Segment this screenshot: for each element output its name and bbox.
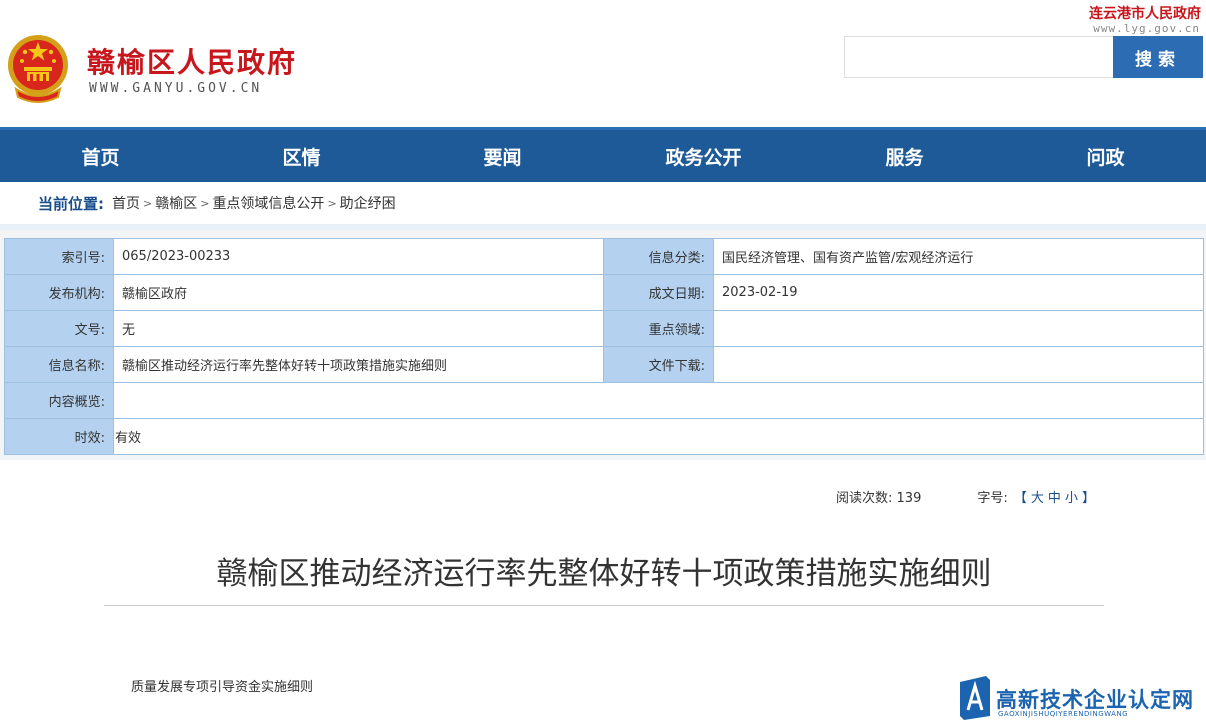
- breadcrumb: 当前位置: 首页 > 赣榆区 > 重点领域信息公开 > 助企纾困: [0, 182, 1206, 230]
- site-domain: WWW.GANYU.GOV.CN: [89, 81, 263, 96]
- index-label: 索引号:: [4, 238, 114, 275]
- date-label: 成文日期:: [603, 274, 714, 311]
- bracket-close: 】: [1081, 491, 1095, 506]
- doc-number-value: 无: [113, 310, 604, 347]
- font-size-large[interactable]: 大: [1031, 491, 1044, 506]
- search-input[interactable]: [844, 36, 1114, 78]
- breadcrumb-enterprise-relief[interactable]: 助企纾困: [340, 193, 396, 213]
- table-row: 信息名称: 赣榆区推动经济运行率先整体好转十项政策措施实施细则 文件下载:: [4, 346, 1204, 383]
- title-divider: [104, 605, 1104, 606]
- table-row: 索引号: 065/2023-00233 信息分类: 国民经济管理、国有资产监管/…: [4, 238, 1204, 275]
- watermark-subtext: GAOXINJISHUQIYERENDINGWANG: [998, 710, 1129, 718]
- site-title[interactable]: 赣榆区人民政府: [87, 41, 297, 81]
- national-emblem-icon: [8, 35, 68, 103]
- table-row: 内容概览:: [4, 382, 1204, 419]
- breadcrumb-separator: >: [143, 196, 153, 210]
- publisher-value: 赣榆区政府: [113, 274, 604, 311]
- file-download-value[interactable]: [713, 346, 1204, 383]
- nav-item-gov-affairs[interactable]: 政务公开: [603, 130, 804, 182]
- font-size-medium[interactable]: 中: [1048, 491, 1061, 506]
- breadcrumb-home[interactable]: 首页: [112, 193, 140, 213]
- nav-item-home[interactable]: 首页: [0, 130, 201, 182]
- article-title: 赣榆区推动经济运行率先整体好转十项政策措施实施细则: [216, 556, 992, 592]
- article-meta: 阅读次数: 139 字号: 【大中小】: [836, 487, 1097, 506]
- watermark-logo-icon: [960, 676, 990, 720]
- info-name-value: 赣榆区推动经济运行率先整体好转十项政策措施实施细则: [113, 346, 604, 383]
- category-value: 国民经济管理、国有资产监管/宏观经济运行: [713, 238, 1204, 275]
- focus-area-value: [713, 310, 1204, 347]
- summary-value: [113, 382, 1204, 419]
- search-button[interactable]: 搜索: [1113, 36, 1203, 78]
- doc-number-label: 文号:: [4, 310, 114, 347]
- validity-label: 时效:: [4, 418, 114, 455]
- info-name-label: 信息名称:: [4, 346, 114, 383]
- font-size-options: 【大中小】: [1012, 491, 1097, 506]
- publisher-label: 发布机构:: [4, 274, 114, 311]
- bracket-open: 【: [1013, 491, 1027, 506]
- file-download-label: 文件下载:: [603, 346, 714, 383]
- font-size-small[interactable]: 小: [1065, 491, 1078, 506]
- nav-item-district-info[interactable]: 区情: [201, 130, 402, 182]
- read-count: 阅读次数: 139: [836, 487, 921, 506]
- validity-value: 有效: [113, 418, 1204, 455]
- breadcrumb-district[interactable]: 赣榆区: [155, 193, 197, 213]
- table-row: 文号: 无 重点领域:: [4, 310, 1204, 347]
- breadcrumb-separator: >: [200, 196, 210, 210]
- breadcrumb-label: 当前位置:: [38, 194, 104, 213]
- nav-item-services[interactable]: 服务: [804, 130, 1005, 182]
- read-count-label: 阅读次数:: [836, 491, 893, 506]
- watermark-badge: 高新技术企业认定网 GAOXINJISHUQIYERENDINGWANG: [958, 676, 1206, 725]
- nav-item-news[interactable]: 要闻: [402, 130, 603, 182]
- city-gov-domain: www.lyg.gov.cn: [1093, 22, 1200, 35]
- city-gov-link[interactable]: 连云港市人民政府: [1089, 3, 1201, 23]
- font-size-label: 字号:: [977, 491, 1008, 506]
- date-value: 2023-02-19: [713, 274, 1204, 311]
- focus-area-label: 重点领域:: [603, 310, 714, 347]
- read-count-value: 139: [896, 491, 922, 506]
- font-size-control: 字号: 【大中小】: [977, 487, 1097, 506]
- breadcrumb-separator: >: [327, 196, 337, 210]
- index-value: 065/2023-00233: [113, 238, 604, 275]
- nav-item-inquiry[interactable]: 问政: [1005, 130, 1206, 182]
- table-row: 发布机构: 赣榆区政府 成文日期: 2023-02-19: [4, 274, 1204, 311]
- summary-label: 内容概览:: [4, 382, 114, 419]
- site-header: 赣榆区人民政府 WWW.GANYU.GOV.CN 连云港市人民政府 www.ly…: [0, 0, 1206, 127]
- breadcrumb-key-areas[interactable]: 重点领域信息公开: [212, 193, 324, 213]
- info-table: 索引号: 065/2023-00233 信息分类: 国民经济管理、国有资产监管/…: [4, 238, 1204, 455]
- main-nav: 首页 区情 要闻 政务公开 服务 问政: [0, 127, 1206, 182]
- table-row: 时效: 有效: [4, 418, 1204, 455]
- article-paragraph: 质量发展专项引导资金实施细则: [131, 680, 314, 695]
- category-label: 信息分类:: [603, 238, 714, 275]
